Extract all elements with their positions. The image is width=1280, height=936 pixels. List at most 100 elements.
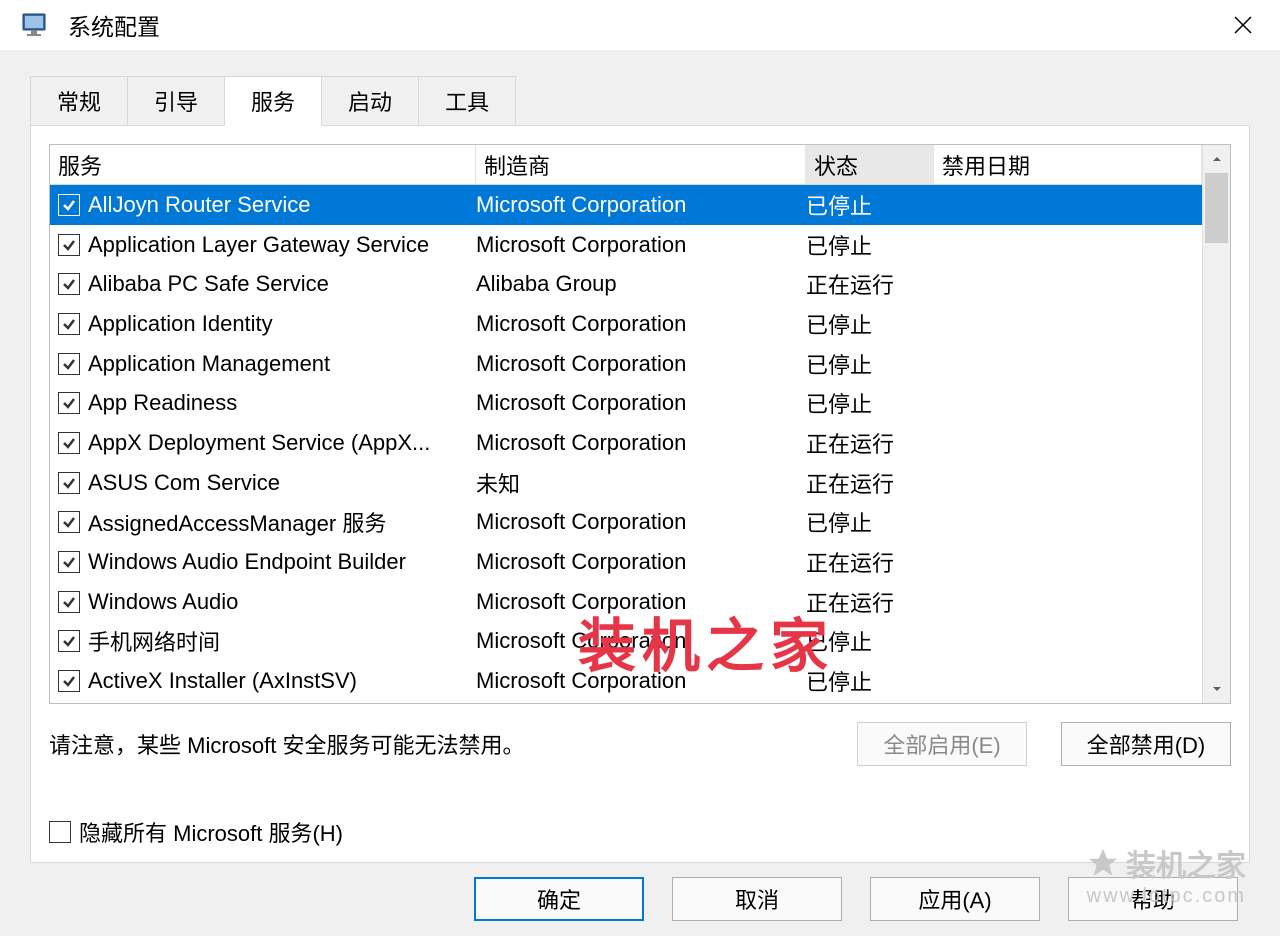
manufacturer: Microsoft Corporation <box>476 192 806 218</box>
status: 已停止 <box>806 625 934 657</box>
manufacturer: Microsoft Corporation <box>476 628 806 654</box>
table-row[interactable]: AssignedAccessManager 服务 Microsoft Corpor… <box>50 503 1202 543</box>
window: 系统配置 常规引导服务启动工具 服务 制造商 状态 禁用日期 AllJoyn R… <box>0 0 1280 936</box>
service-name: App Readiness <box>88 390 237 416</box>
hide-ms-checkbox-row[interactable]: 隐藏所有 Microsoft 服务(H) <box>49 816 1231 848</box>
services-table: 服务 制造商 状态 禁用日期 AllJoyn Router Service Mic… <box>49 144 1231 704</box>
service-name: AppX Deployment Service (AppX... <box>88 430 430 456</box>
tab-0[interactable]: 常规 <box>30 76 128 126</box>
vertical-scrollbar[interactable] <box>1202 145 1230 703</box>
status: 正在运行 <box>806 427 934 459</box>
col-service[interactable]: 服务 <box>50 145 476 184</box>
table-row[interactable]: AllJoyn Router Service Microsoft Corporat… <box>50 185 1202 225</box>
hide-ms-label: 隐藏所有 Microsoft 服务(H) <box>79 816 343 848</box>
status: 已停止 <box>806 189 934 221</box>
status: 已停止 <box>806 506 934 538</box>
table-row[interactable]: ASUS Com Service未知正在运行 <box>50 463 1202 503</box>
row-checkbox[interactable] <box>58 392 80 414</box>
manufacturer: Microsoft Corporation <box>476 549 806 575</box>
row-checkbox[interactable] <box>58 591 80 613</box>
row-checkbox[interactable] <box>58 234 80 256</box>
ok-button[interactable]: 确定 <box>474 877 644 921</box>
help-button[interactable]: 帮助 <box>1068 877 1238 921</box>
table-row[interactable]: Application Management Microsoft Corporat… <box>50 344 1202 384</box>
tabbar: 常规引导服务启动工具 <box>0 50 1280 126</box>
tab-1[interactable]: 引导 <box>127 76 225 126</box>
status: 已停止 <box>806 665 934 697</box>
hide-ms-checkbox[interactable] <box>49 821 71 843</box>
service-name: 手机网络时间 <box>88 625 220 657</box>
tab-2[interactable]: 服务 <box>224 76 322 126</box>
tab-panel: 服务 制造商 状态 禁用日期 AllJoyn Router Service Mic… <box>30 126 1250 863</box>
manufacturer: 未知 <box>476 467 806 499</box>
manufacturer: Microsoft Corporation <box>476 351 806 377</box>
manufacturer: Microsoft Corporation <box>476 668 806 694</box>
table-row[interactable]: 手机网络时间 Microsoft Corporation已停止 <box>50 622 1202 662</box>
tab-4[interactable]: 工具 <box>418 76 516 126</box>
dialog-footer: 确定 取消 应用(A) 帮助 <box>0 877 1280 921</box>
tab-3[interactable]: 启动 <box>321 76 419 126</box>
table-row[interactable]: Application Layer Gateway Service Microso… <box>50 225 1202 265</box>
row-checkbox[interactable] <box>58 432 80 454</box>
col-manufacturer[interactable]: 制造商 <box>476 145 806 184</box>
dialog-body: 常规引导服务启动工具 服务 制造商 状态 禁用日期 AllJoyn Router… <box>0 50 1280 936</box>
status: 正在运行 <box>806 586 934 618</box>
scroll-down-icon[interactable] <box>1203 675 1230 703</box>
service-name: Alibaba PC Safe Service <box>88 271 329 297</box>
manufacturer: Microsoft Corporation <box>476 430 806 456</box>
table-row[interactable]: Windows Audio Endpoint Builder Microsoft … <box>50 542 1202 582</box>
row-checkbox[interactable] <box>58 670 80 692</box>
table-row[interactable]: AppX Deployment Service (AppX... Microsof… <box>50 423 1202 463</box>
window-title: 系统配置 <box>68 8 1218 42</box>
table-row[interactable]: Application Identity Microsoft Corporatio… <box>50 304 1202 344</box>
service-name: Application Identity <box>88 311 273 337</box>
manufacturer: Microsoft Corporation <box>476 589 806 615</box>
row-checkbox[interactable] <box>58 273 80 295</box>
col-disabled-date[interactable]: 禁用日期 <box>934 145 1202 184</box>
status: 正在运行 <box>806 467 934 499</box>
status: 已停止 <box>806 229 934 261</box>
row-checkbox[interactable] <box>58 194 80 216</box>
disable-all-button[interactable]: 全部禁用(D) <box>1061 722 1231 766</box>
manufacturer: Alibaba Group <box>476 271 806 297</box>
manufacturer: Microsoft Corporation <box>476 311 806 337</box>
scrollbar-thumb[interactable] <box>1205 173 1228 243</box>
apply-button[interactable]: 应用(A) <box>870 877 1040 921</box>
status: 已停止 <box>806 308 934 340</box>
row-checkbox[interactable] <box>58 511 80 533</box>
table-row[interactable]: App Readiness Microsoft Corporation已停止 <box>50 383 1202 423</box>
row-checkbox[interactable] <box>58 472 80 494</box>
status: 已停止 <box>806 348 934 380</box>
table-row[interactable]: Windows Audio Microsoft Corporation正在运行 <box>50 582 1202 622</box>
manufacturer: Microsoft Corporation <box>476 390 806 416</box>
row-checkbox[interactable] <box>58 353 80 375</box>
service-name: Windows Audio Endpoint Builder <box>88 549 406 575</box>
col-status[interactable]: 状态 <box>806 145 934 184</box>
status: 已停止 <box>806 387 934 419</box>
close-button[interactable] <box>1218 0 1268 50</box>
titlebar: 系统配置 <box>0 0 1280 50</box>
below-table-row: 请注意，某些 Microsoft 安全服务可能无法禁用。 全部启用(E) 全部禁… <box>49 722 1231 766</box>
service-name: AssignedAccessManager 服务 <box>88 506 386 538</box>
status: 正在运行 <box>806 268 934 300</box>
row-checkbox[interactable] <box>58 551 80 573</box>
service-name: Windows Audio <box>88 589 238 615</box>
service-name: Application Management <box>88 351 330 377</box>
table-row[interactable]: ActiveX Installer (AxInstSV) Microsoft Co… <box>50 661 1202 701</box>
manufacturer: Microsoft Corporation <box>476 509 806 535</box>
service-name: ActiveX Installer (AxInstSV) <box>88 668 357 694</box>
table-header: 服务 制造商 状态 禁用日期 <box>50 145 1202 185</box>
manufacturer: Microsoft Corporation <box>476 232 806 258</box>
table-body: AllJoyn Router Service Microsoft Corporat… <box>50 185 1202 703</box>
table-row[interactable]: Alibaba PC Safe Service Alibaba Group正在运行 <box>50 264 1202 304</box>
enable-all-button: 全部启用(E) <box>857 722 1027 766</box>
scroll-up-icon[interactable] <box>1203 145 1230 173</box>
close-icon <box>1232 14 1254 36</box>
status: 正在运行 <box>806 546 934 578</box>
service-name: Application Layer Gateway Service <box>88 232 429 258</box>
cancel-button[interactable]: 取消 <box>672 877 842 921</box>
service-name: AllJoyn Router Service <box>88 192 311 218</box>
row-checkbox[interactable] <box>58 313 80 335</box>
row-checkbox[interactable] <box>58 630 80 652</box>
app-icon <box>20 12 50 38</box>
